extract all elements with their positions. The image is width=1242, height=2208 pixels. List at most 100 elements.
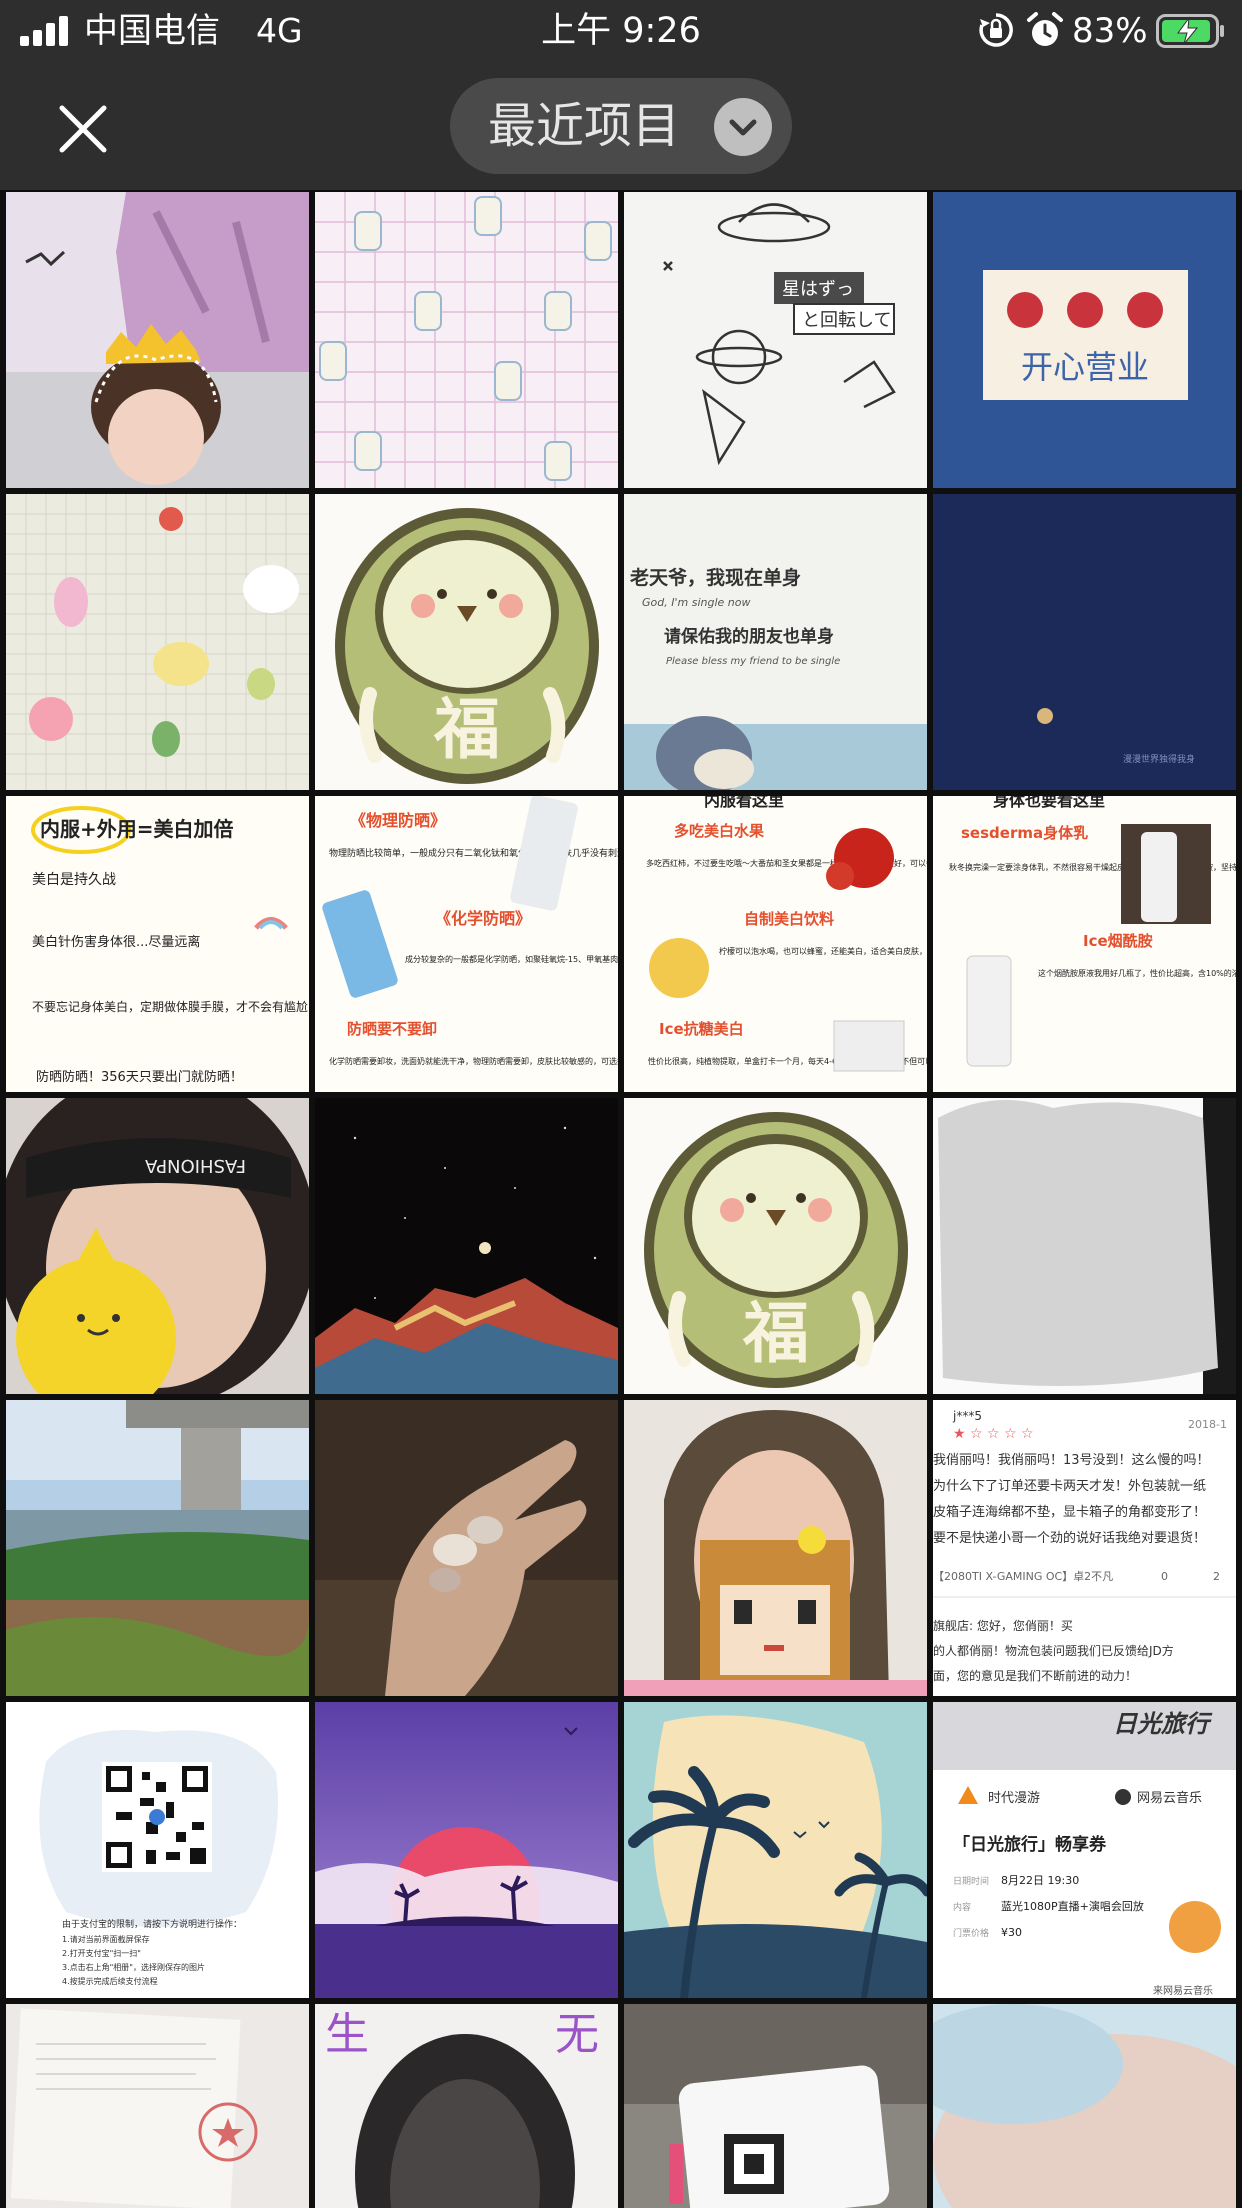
- meme-text: Please bless my friend to be single: [666, 656, 840, 667]
- seller-reply: 面，您的意见是我们不断前进的动力！: [933, 1668, 1137, 1683]
- tip-text: 成分较复杂的一般都是化学防晒，如聚硅氧烷-15、甲氧基肉桂酸乙基己酯，倒无立体等…: [405, 954, 618, 964]
- photo-thumbnail[interactable]: [315, 1098, 618, 1394]
- review-date: 2018-1: [1188, 1418, 1227, 1431]
- instruction-text: 3.点击右上角"相册"，选择刚保存的图片: [62, 1962, 205, 1972]
- alarm-icon: [1027, 12, 1063, 46]
- photo-thumbnail[interactable]: [6, 1400, 309, 1696]
- tip-heading: 《物理防晒》: [350, 811, 446, 830]
- poster-title: 日光旅行: [1113, 1710, 1213, 1738]
- caption-text: 漫漫世界独得我身: [1123, 753, 1195, 765]
- seller-reply: 的人都俏丽！物流包装问题我们已反馈给JD方: [933, 1643, 1174, 1658]
- field-label: 内容: [953, 1901, 971, 1913]
- tip-title: 内服+外用=美白加倍: [40, 817, 234, 841]
- photo-thumbnail[interactable]: FASHIONPA: [6, 1098, 309, 1394]
- review-text: 为什么下了订单还要卡两天才发！外包装就一纸: [933, 1478, 1206, 1494]
- album-title: 最近项目: [488, 98, 681, 154]
- photo-thumbnail[interactable]: 身体也要看这里 sesderma身体乳 秋冬换完澡一定要涂身体乳，不然很容易干燥…: [933, 796, 1236, 1092]
- meme-text: 老天爷，我现在单身: [630, 566, 801, 589]
- photo-thumbnail[interactable]: [6, 2004, 309, 2208]
- meme-text: 请保佑我的朋友也单身: [664, 626, 834, 647]
- photo-thumbnail[interactable]: [933, 2004, 1236, 2208]
- tip-heading: sesderma身体乳: [961, 824, 1088, 842]
- tip-heading: 《化学防晒》: [435, 909, 531, 928]
- fortune-text: 福: [742, 1295, 809, 1372]
- review-user: j***5: [952, 1409, 982, 1423]
- battery-percent: 83%: [1072, 11, 1148, 51]
- album-selector-button[interactable]: 最近项目: [450, 78, 792, 174]
- photo-thumbnail[interactable]: 由于支付宝的限制，请按下方说明进行操作： 1.请对当前界面截屏保存 2.打开支付…: [6, 1702, 309, 1998]
- instruction-text: 1.请对当前界面截屏保存: [62, 1934, 150, 1944]
- tip-text: 不要忘记身体美白，定期做体膜手膜，才不会有尴尬的色差: [32, 999, 309, 1014]
- photo-thumbnail[interactable]: 福: [315, 494, 618, 790]
- photo-thumbnail[interactable]: 福: [624, 1098, 927, 1394]
- photo-thumbnail[interactable]: 《物理防晒》 物理防晒比较简单，一般成分只有二氧化钛和氧化锌，对皮肤几乎没有刺激…: [315, 796, 618, 1092]
- likes-count: 0: [1161, 1570, 1168, 1583]
- photo-thumbnail[interactable]: [315, 1702, 618, 1998]
- photo-text: 无: [555, 2009, 599, 2060]
- tip-heading: 自制美白饮料: [744, 910, 834, 928]
- photo-thumbnail[interactable]: 漫漫世界独得我身: [933, 494, 1236, 790]
- field-value: 蓝光1080P直播+演唱会回放: [1001, 1899, 1144, 1913]
- tip-heading: 防晒要不要卸: [347, 1020, 437, 1038]
- photo-thumbnail[interactable]: [624, 1400, 927, 1696]
- card-text: 开心营业: [1021, 348, 1149, 386]
- source-text: 来网易云音乐: [1153, 1984, 1213, 1997]
- sticker-text: 星はずっ: [782, 279, 854, 300]
- fortune-text: 福: [433, 691, 500, 768]
- photo-text: 生: [325, 2009, 369, 2060]
- instruction-text: 4.按提示完成后续支付流程: [62, 1976, 158, 1986]
- photo-thumbnail[interactable]: [933, 1098, 1236, 1394]
- photo-thumbnail[interactable]: 星はずっ と回転して: [624, 192, 927, 488]
- review-star-icon: ★ ☆ ☆ ☆ ☆: [953, 1426, 1034, 1442]
- photo-thumbnail[interactable]: 内服+外用=美白加倍 美白是持久战 美白针伤害身体很...尽量远离 不要忘记身体…: [6, 796, 309, 1092]
- picker-header: 最近项目: [0, 62, 1242, 190]
- instruction-text: 由于支付宝的限制，请按下方说明进行操作：: [62, 1918, 242, 1930]
- tip-text: 物理防晒比较简单，一般成分只有二氧化钛和氧化锌，对皮肤几乎没有刺激，更加适合敏感…: [329, 847, 618, 859]
- field-label: 门票价格: [953, 1927, 989, 1939]
- photo-thumbnail[interactable]: [624, 1702, 927, 1998]
- headband-text: FASHIONPA: [144, 1155, 246, 1176]
- photo-thumbnail[interactable]: [315, 192, 618, 488]
- seller-reply: 旗舰店: 您好，您俏丽！买: [933, 1618, 1073, 1633]
- photo-thumbnail[interactable]: 日光旅行 时代漫游 网易云音乐 「日光旅行」畅享券 日期时间 8月22日 19:…: [933, 1702, 1236, 1998]
- field-value: ¥30: [1001, 1926, 1022, 1939]
- tip-text: 这个烟酰胺原液我用好几瓶了，性价比超高，含10%的浓度，里面的成分很多大牌子都有…: [1038, 968, 1236, 978]
- tip-heading: Ice烟酰胺: [1083, 932, 1153, 950]
- review-text: 皮箱子连海绵都不垫，显卡箱子的角都变形了！: [933, 1504, 1206, 1520]
- sticker-text: と回転して: [802, 310, 891, 331]
- ticket-title: 「日光旅行」畅享券: [953, 1834, 1107, 1855]
- photo-thumbnail[interactable]: [6, 192, 309, 488]
- tip-heading: 多吃美白水果: [674, 822, 765, 840]
- photo-thumbnail[interactable]: 开心营业: [933, 192, 1236, 488]
- photo-thumbnail[interactable]: 老天爷，我现在单身 God, I'm single now 请保佑我的朋友也单身…: [624, 494, 927, 790]
- field-value: 8月22日 19:30: [1001, 1874, 1079, 1887]
- photo-thumbnail[interactable]: [315, 1400, 618, 1696]
- photo-thumbnail[interactable]: 内服看这里 多吃美白水果 多吃西红柿，不过要生吃哦～大番茄和圣女果都是一样的哈～…: [624, 796, 927, 1092]
- app-name: 网易云音乐: [1137, 1790, 1202, 1806]
- status-bar: 中国电信 4G 上午 9:26 83%: [0, 0, 1242, 62]
- close-icon[interactable]: [50, 96, 116, 162]
- battery-charging-icon: [1156, 14, 1224, 48]
- tip-text: 化学防晒需要卸妆，洗面奶就能洗干净，物理防晒需要卸，皮肤比较敏感的，可选择物理防…: [329, 1056, 618, 1066]
- tip-heading: Ice抗糖美白: [659, 1020, 744, 1038]
- photo-thumbnail[interactable]: j***5 2018-1 ★ ☆ ☆ ☆ ☆ 我俏丽吗！我俏丽吗！13号没到！这…: [933, 1400, 1236, 1696]
- meme-text: God, I'm single now: [642, 596, 750, 609]
- photo-thumbnail[interactable]: [6, 494, 309, 790]
- field-label: 日期时间: [953, 1875, 989, 1887]
- review-product: 【2080TI X-GAMING OC】卓2不凡: [933, 1570, 1113, 1583]
- tip-text: 柠檬可以泡水喝，也可以蜂蜜，还能美白，适合美白皮肤，可以每天坚持吃一点，柠檬水搭…: [719, 946, 927, 956]
- review-text: 要不是快递小哥一个劲的说好话我绝对要退货！: [933, 1530, 1206, 1546]
- rotation-lock-icon: [979, 13, 1013, 47]
- photo-thumbnail[interactable]: 生 无: [315, 2004, 618, 2208]
- tip-text: 美白是持久战: [32, 872, 116, 888]
- tip-text: 防晒防晒！356天只要出门就防晒！: [36, 1069, 243, 1085]
- photo-thumbnail[interactable]: [624, 2004, 927, 2208]
- brand-name: 时代漫游: [988, 1791, 1040, 1806]
- photo-grid: 星はずっ と回転して 开心营业 福 老天爷，我现在单身 God, I'm sin…: [0, 190, 1242, 2208]
- tip-heading: 内服看这里: [704, 796, 784, 810]
- chevron-down-icon: [714, 98, 772, 156]
- instruction-text: 2.打开支付宝"扫一扫": [62, 1948, 141, 1958]
- comments-count: 2: [1213, 1570, 1220, 1583]
- review-text: 我俏丽吗！我俏丽吗！13号没到！这么慢的吗！: [933, 1452, 1210, 1468]
- tip-text: 美白针伤害身体很...尽量远离: [32, 934, 200, 950]
